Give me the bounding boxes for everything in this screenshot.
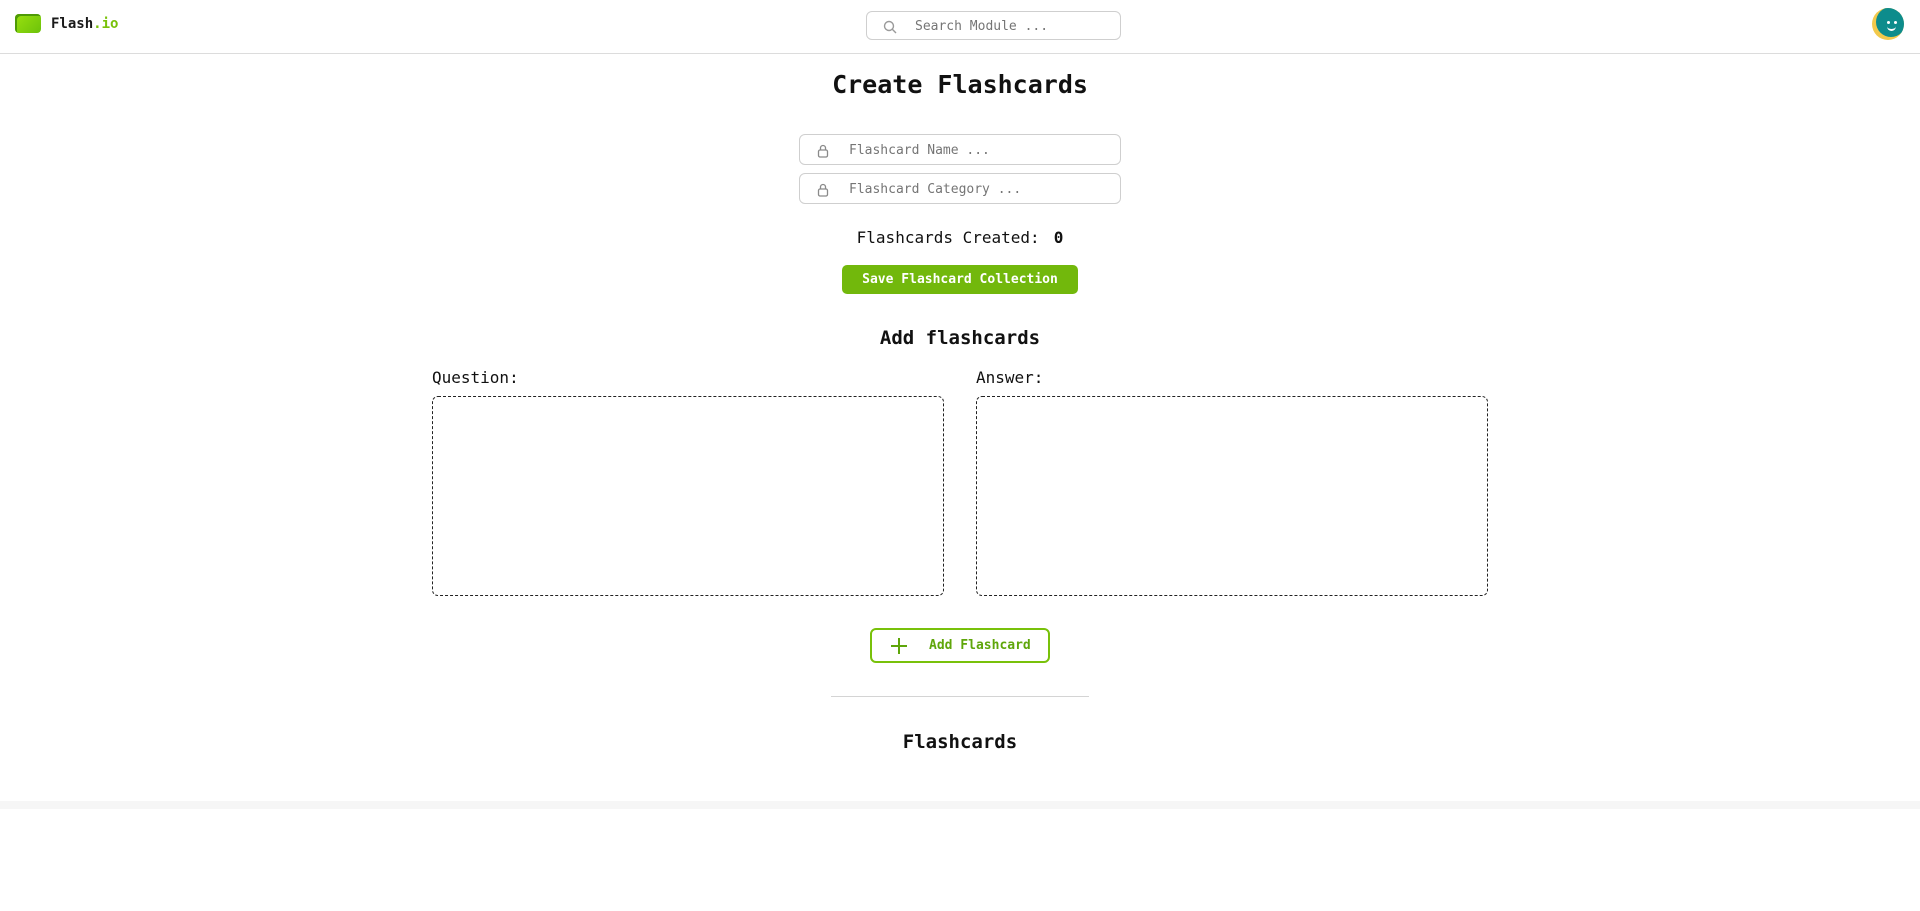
logo-main: Flash xyxy=(51,15,94,32)
lock-icon xyxy=(817,143,829,162)
divider xyxy=(831,696,1089,697)
lock-icon xyxy=(817,182,829,201)
search-box[interactable] xyxy=(866,11,1121,40)
flashcard-category-field[interactable] xyxy=(799,173,1121,204)
flashcard-name-field[interactable] xyxy=(799,134,1121,165)
avatar[interactable] xyxy=(1872,8,1904,40)
logo-text: Flash.io xyxy=(51,16,118,32)
add-flashcard-button[interactable]: Add Flashcard xyxy=(870,628,1050,663)
flashcard-category-input[interactable] xyxy=(847,179,1111,200)
answer-textarea[interactable] xyxy=(976,396,1488,596)
search-input[interactable] xyxy=(913,16,1117,37)
add-flashcard-label: Add Flashcard xyxy=(929,638,1031,653)
save-collection-button[interactable]: Save Flashcard Collection xyxy=(842,265,1078,294)
created-label: Flashcards Created: xyxy=(856,228,1040,247)
avatar-face xyxy=(1876,8,1904,37)
search-icon xyxy=(883,19,897,38)
answer-label: Answer: xyxy=(976,368,1044,387)
question-textarea[interactable] xyxy=(432,396,944,596)
flashcards-created-counter: Flashcards Created: 0 xyxy=(0,228,1920,247)
avatar-eye xyxy=(1887,21,1890,24)
logo-icon xyxy=(15,14,41,33)
question-label: Question: xyxy=(432,368,519,387)
page-title: Create Flashcards xyxy=(832,70,1088,99)
top-navbar: Flash.io xyxy=(0,0,1920,54)
created-count: 0 xyxy=(1053,228,1064,247)
avatar-eye xyxy=(1894,21,1897,24)
flashcard-name-input[interactable] xyxy=(847,140,1111,161)
logo-accent: .io xyxy=(93,15,119,32)
logo[interactable]: Flash.io xyxy=(15,14,118,33)
flashcards-list-heading: Flashcards xyxy=(902,731,1018,753)
add-flashcards-heading: Add flashcards xyxy=(879,327,1041,349)
plus-icon xyxy=(890,637,908,659)
footer-strip xyxy=(0,801,1920,809)
